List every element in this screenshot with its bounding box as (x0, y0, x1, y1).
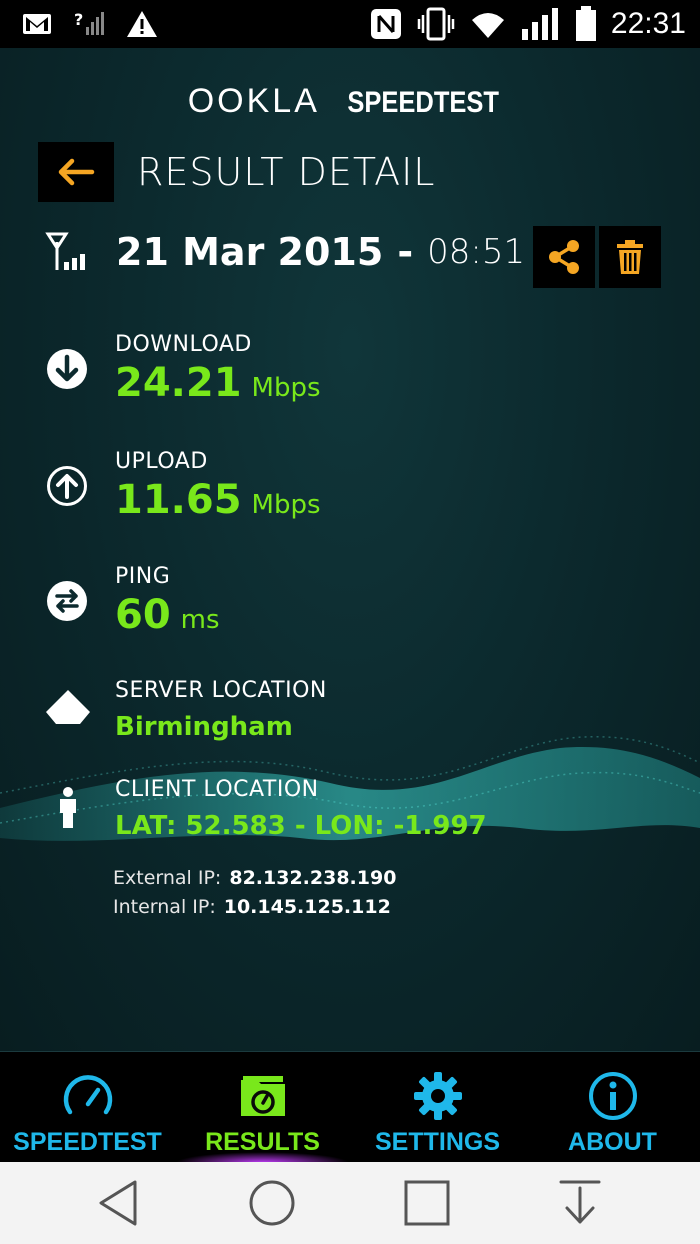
download-label: DOWNLOAD (115, 332, 252, 357)
warning-icon (126, 10, 158, 38)
gmail-icon (22, 12, 52, 36)
nav-tab-settings[interactable]: SETTINGS (350, 1052, 525, 1163)
nav-label-results: RESULTS (205, 1128, 320, 1156)
status-bar: ? 22:31 (0, 0, 700, 48)
back-button[interactable] (38, 142, 114, 202)
no-signal-icon: ? (74, 9, 104, 39)
vibrate-icon (417, 7, 455, 41)
result-date-row: 21 Mar 2015 - 08:51 (44, 228, 525, 276)
app-logo: OOKLA SPEEDTEST (0, 82, 700, 121)
share-icon (549, 240, 579, 274)
battery-icon (575, 6, 597, 42)
external-ip-row: External IP: 82.132.238.190 (113, 867, 396, 889)
upload-label: UPLOAD (115, 449, 208, 474)
nav-label-settings: SETTINGS (374, 1128, 500, 1156)
brand-speedtest: SPEEDTEST (347, 86, 499, 119)
upload-number: 11.65 (115, 477, 242, 523)
ping-value: 60 ms (115, 592, 220, 638)
back-triangle-icon[interactable] (95, 1178, 145, 1228)
download-unit: Mbps (251, 373, 321, 403)
wifi-icon (469, 8, 507, 40)
nav-tab-about[interactable]: ABOUT (525, 1052, 700, 1163)
internal-ip-label: Internal IP: (113, 896, 216, 918)
upload-value: 11.65 Mbps (115, 477, 321, 523)
server-location-icon (46, 690, 90, 724)
connection-type-icon (45, 232, 85, 270)
external-ip-value: 82.132.238.190 (229, 867, 397, 889)
ping-unit: ms (180, 605, 220, 635)
nav-tab-results[interactable]: RESULTS (175, 1052, 350, 1163)
result-date: 21 Mar 2015 (116, 230, 384, 274)
ping-number: 60 (115, 592, 171, 638)
client-location-label: CLIENT LOCATION (115, 777, 319, 802)
ping-icon (47, 581, 87, 621)
page-title: RESULT DETAIL (137, 150, 436, 194)
svg-text:?: ? (74, 10, 83, 29)
home-circle-icon[interactable] (247, 1178, 297, 1228)
nfc-icon (369, 7, 403, 41)
nav-label-speedtest: SPEEDTEST (13, 1128, 162, 1156)
share-button[interactable] (533, 226, 595, 288)
upload-unit: Mbps (251, 490, 321, 520)
server-location-value: Birmingham (115, 712, 293, 742)
nav-label-about: ABOUT (568, 1128, 657, 1156)
results-folder-icon (240, 1076, 285, 1116)
date-time-separator: - (397, 230, 414, 274)
recent-apps-icon[interactable] (402, 1178, 452, 1228)
upload-icon (47, 466, 87, 506)
internal-ip-value: 10.145.125.112 (223, 896, 391, 918)
client-location-value: LAT: 52.583 - LON: -1.997 (115, 811, 487, 841)
brand-ookla: OOKLA (187, 82, 320, 120)
trash-icon (617, 240, 643, 274)
system-navigation-bar (0, 1162, 700, 1244)
info-icon (588, 1072, 637, 1120)
external-ip-label: External IP: (113, 867, 222, 889)
download-icon (47, 349, 87, 389)
server-location-label: SERVER LOCATION (115, 678, 327, 703)
notification-pull-down-icon[interactable] (555, 1178, 605, 1228)
status-time: 22:31 (610, 7, 686, 40)
nav-tab-speedtest[interactable]: SPEEDTEST (0, 1052, 175, 1163)
back-arrow-icon (58, 158, 95, 186)
delete-button[interactable] (599, 226, 661, 288)
download-number: 24.21 (115, 360, 242, 406)
result-time: 08:51 (427, 232, 526, 272)
person-icon (60, 787, 76, 828)
bottom-navigation: SPEEDTEST RESULTS SETTINGS ABOUT (0, 1051, 700, 1163)
internal-ip-row: Internal IP: 10.145.125.112 (113, 896, 391, 918)
ping-label: PING (115, 564, 171, 589)
signal-icon (521, 7, 561, 41)
speedometer-icon (63, 1075, 112, 1115)
download-value: 24.21 Mbps (115, 360, 321, 406)
gear-icon (413, 1072, 462, 1120)
